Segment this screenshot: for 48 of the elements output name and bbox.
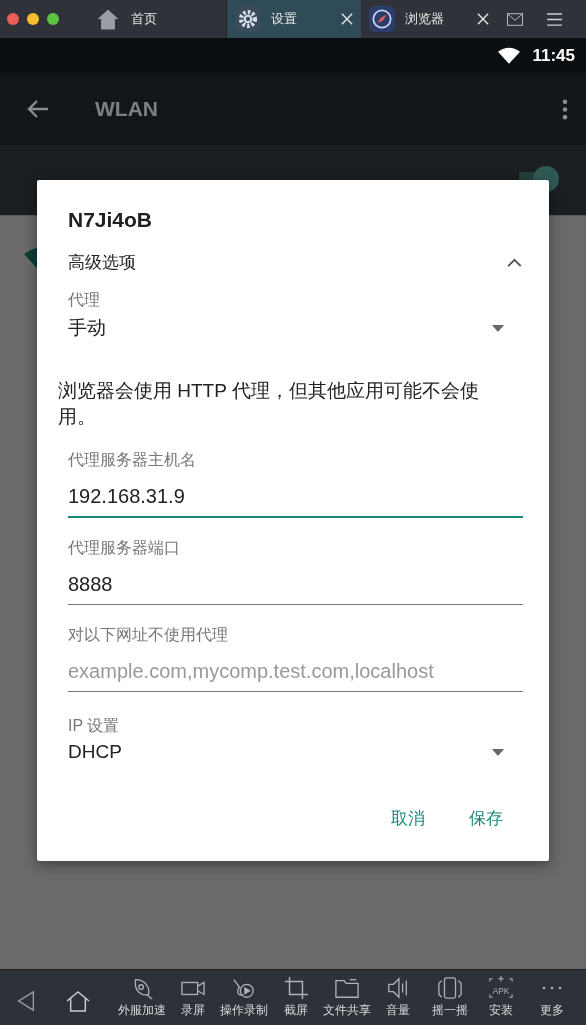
folder-icon	[332, 976, 361, 1000]
close-window-button[interactable]	[7, 13, 19, 25]
home-icon[interactable]	[66, 989, 90, 1012]
proxy-note: 浏览器会使用 HTTP 代理，但其他应用可能不会使用。	[58, 379, 480, 429]
toolbar-button[interactable]: APK 安装	[475, 976, 527, 1019]
field-label: 对以下网址不使用代理	[68, 625, 229, 645]
input-field[interactable]: 192.168.31.9	[68, 471, 523, 518]
chevron-icon	[507, 258, 522, 267]
toolbar-button[interactable]: 音量	[372, 976, 424, 1019]
toolbar-button[interactable]: 截屏	[270, 976, 322, 1019]
more-options-icon[interactable]	[562, 98, 568, 120]
input-field[interactable]: example.com,mycomp.test.com,localhost	[68, 646, 523, 692]
toolbar-button[interactable]: 录屏	[167, 976, 219, 1019]
ip-settings-dropdown[interactable]: DHCP	[68, 741, 523, 763]
back-triangle-icon[interactable]	[16, 989, 36, 1012]
window-tab[interactable]: 首页	[85, 0, 226, 38]
page-title: WLAN	[95, 97, 159, 121]
field-label: IP 设置	[68, 716, 121, 736]
field-label: 代理	[68, 290, 101, 310]
close-icon[interactable]	[341, 13, 353, 25]
dialog-title: N7Ji4oB	[68, 208, 154, 232]
envelope-icon[interactable]	[507, 12, 523, 26]
gear-icon	[235, 6, 261, 32]
toolbar-button[interactable]: 文件共享	[321, 976, 373, 1019]
dropdown-arrow-icon	[492, 748, 504, 756]
save-button[interactable]: 保存	[461, 801, 511, 836]
dropdown-arrow-icon	[492, 324, 504, 332]
toolbar-button[interactable]: 更多	[526, 976, 578, 1019]
back-arrow-icon[interactable]	[27, 99, 49, 119]
proxy-dropdown[interactable]: 手动	[68, 315, 523, 341]
window-tab[interactable]: 设置	[226, 0, 361, 38]
wifi-icon	[498, 47, 521, 64]
status-time: 11:45	[532, 45, 575, 66]
toolbar-button[interactable]: 外服加速	[116, 976, 168, 1019]
toolbar-button[interactable]: 摇一摇	[423, 976, 476, 1019]
field-label: 代理服务器主机名	[68, 450, 197, 470]
menu-icon[interactable]	[547, 12, 562, 26]
compass-icon	[369, 6, 395, 32]
close-icon[interactable]	[477, 13, 489, 25]
cancel-button[interactable]: 取消	[383, 801, 433, 836]
maximize-window-button[interactable]	[47, 13, 59, 25]
phone-icon	[435, 976, 464, 1000]
advanced-options-toggle[interactable]: 高级选项	[68, 251, 523, 274]
input-field[interactable]: 8888	[68, 559, 523, 605]
field-label: 代理服务器端口	[68, 538, 181, 558]
minimize-window-button[interactable]	[27, 13, 39, 25]
toolbar-button[interactable]: 操作录制	[218, 976, 270, 1019]
window-tab[interactable]: 浏览器	[361, 0, 497, 38]
